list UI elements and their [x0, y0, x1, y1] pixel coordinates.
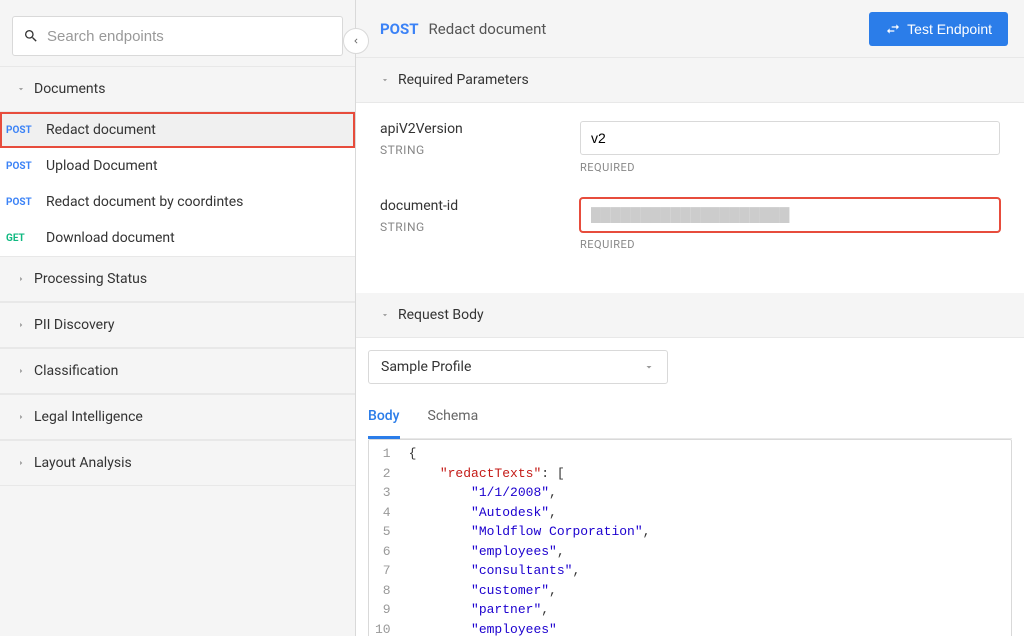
endpoint-upload-document[interactable]: POST Upload Document	[0, 148, 355, 184]
body-tabs: Body Schema	[368, 400, 1012, 439]
tab-body[interactable]: Body	[368, 400, 400, 439]
param-type: STRING	[380, 143, 580, 157]
param-required-label: REQUIRED	[580, 238, 1000, 251]
header-method: POST	[380, 20, 419, 38]
chevron-right-icon	[16, 412, 26, 422]
param-row-apiV2Version: apiV2Version STRINGREQUIRED	[380, 121, 1000, 174]
endpoint-label: Download document	[46, 230, 175, 246]
section-request-body-header[interactable]: Request Body	[356, 293, 1024, 338]
method-badge: POST	[6, 161, 38, 172]
param-required-label: REQUIRED	[580, 161, 1000, 174]
endpoint-label: Redact document	[46, 122, 156, 138]
test-endpoint-label: Test Endpoint	[907, 21, 992, 37]
sidebar-group-legal-intelligence[interactable]: Legal Intelligence	[0, 394, 355, 440]
code-editor[interactable]: 12345678910111213 { "redactTexts": [ "1/…	[368, 439, 1012, 636]
param-type: STRING	[380, 220, 580, 234]
chevron-right-icon	[16, 366, 26, 376]
search-box[interactable]	[12, 16, 343, 56]
param-name: document-id	[380, 198, 580, 214]
main-header: POST Redact document Test Endpoint	[356, 0, 1024, 58]
method-badge: POST	[6, 125, 38, 136]
main: POST Redact document Test Endpoint Requi…	[356, 0, 1024, 636]
sidebar-group-classification[interactable]: Classification	[0, 348, 355, 394]
sidebar-group-processing-status[interactable]: Processing Status	[0, 256, 355, 302]
endpoint-label: Upload Document	[46, 158, 158, 174]
page-title: Redact document	[429, 20, 547, 38]
section-required-params-title: Required Parameters	[398, 72, 529, 88]
sidebar-group-label: Legal Intelligence	[34, 409, 143, 425]
chevron-down-icon	[643, 361, 655, 373]
section-request-body-title: Request Body	[398, 307, 484, 323]
param-input-document-id[interactable]	[580, 198, 1000, 232]
code-content[interactable]: { "redactTexts": [ "1/1/2008", "Autodesk…	[401, 440, 1011, 636]
param-name: apiV2Version	[380, 121, 580, 137]
sidebar-group-label: Documents	[34, 81, 105, 97]
endpoint-redact-document[interactable]: POST Redact document	[0, 112, 355, 148]
sidebar-group-label: Processing Status	[34, 271, 147, 287]
chevron-right-icon	[16, 320, 26, 330]
tab-schema[interactable]: Schema	[428, 400, 479, 439]
sidebar-group-label: PII Discovery	[34, 317, 115, 333]
param-input-apiV2Version[interactable]	[580, 121, 1000, 155]
method-badge: GET	[6, 233, 38, 244]
chevron-down-icon	[16, 84, 26, 94]
search-icon	[23, 28, 39, 44]
required-params-body: apiV2VersionSTRINGREQUIREDdocument-idSTR…	[356, 103, 1024, 293]
sidebar-group-documents[interactable]: Documents	[0, 66, 355, 112]
chevron-down-icon	[380, 75, 390, 85]
search-wrap	[0, 0, 355, 66]
endpoint-download-document[interactable]: GET Download document	[0, 220, 355, 256]
chevron-right-icon	[16, 274, 26, 284]
endpoint-redact-document-by-coordintes[interactable]: POST Redact document by coordintes	[0, 184, 355, 220]
param-row-document-id: document-id STRINGREQUIRED	[380, 198, 1000, 251]
collapse-sidebar-button[interactable]	[343, 28, 369, 54]
endpoint-label: Redact document by coordintes	[46, 194, 243, 210]
profile-select-value: Sample Profile	[381, 359, 471, 375]
chevron-left-icon	[351, 36, 361, 46]
request-body-section: Sample Profile Body Schema 12345678910111…	[356, 338, 1024, 636]
test-endpoint-button[interactable]: Test Endpoint	[869, 12, 1008, 46]
chevron-right-icon	[16, 458, 26, 468]
chevron-down-icon	[380, 310, 390, 320]
sidebar: Documents POST Redact document POST Upload D…	[0, 0, 356, 636]
sidebar-group-label: Layout Analysis	[34, 455, 132, 471]
sidebar-group-layout-analysis[interactable]: Layout Analysis	[0, 440, 355, 486]
sidebar-group-label: Classification	[34, 363, 118, 379]
sidebar-group-pii-discovery[interactable]: PII Discovery	[0, 302, 355, 348]
swap-icon	[885, 21, 901, 37]
code-gutter: 12345678910111213	[369, 440, 401, 636]
search-input[interactable]	[47, 28, 332, 45]
method-badge: POST	[6, 197, 38, 208]
section-required-params-header[interactable]: Required Parameters	[356, 58, 1024, 103]
profile-select[interactable]: Sample Profile	[368, 350, 668, 384]
